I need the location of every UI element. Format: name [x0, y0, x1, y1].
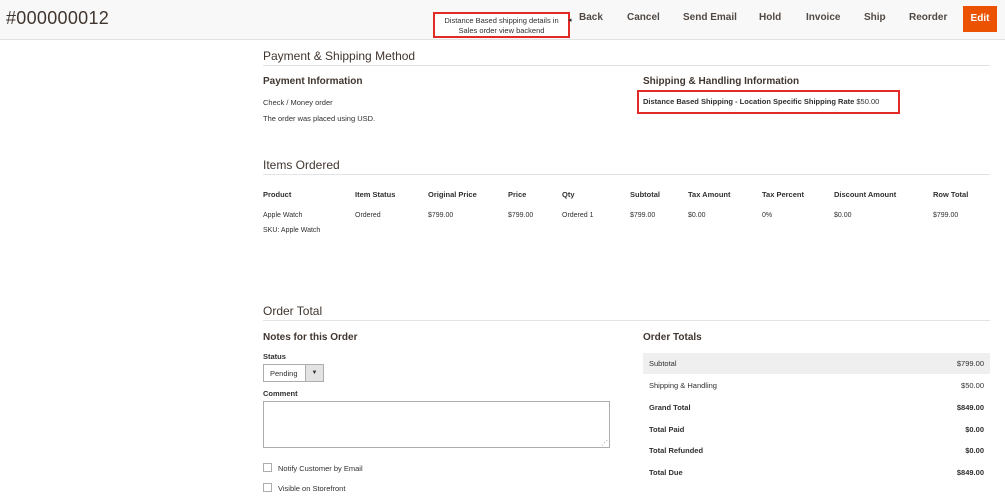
callout-line-1: Distance Based shipping details in — [444, 16, 559, 25]
totals-label: Total Due — [649, 468, 683, 477]
item-row-total: $799.00 — [933, 212, 959, 219]
totals-row-grand-total: Grand Total $849.00 — [643, 397, 990, 418]
item-original-price: $799.00 — [428, 212, 454, 219]
col-item-status: Item Status — [355, 190, 396, 199]
items-ordered-title: Items Ordered — [263, 158, 340, 172]
shipping-method-name: Distance Based Shipping - Location Speci… — [643, 97, 855, 106]
item-price: $799.00 — [508, 212, 534, 219]
order-totals-title: Order Totals — [643, 332, 702, 343]
totals-value: $849.00 — [956, 468, 984, 477]
col-original-price: Original Price — [428, 190, 477, 199]
item-product: Apple Watch — [263, 212, 303, 219]
col-price: Price — [508, 190, 527, 199]
annotation-callout: Distance Based shipping details in Sales… — [433, 12, 570, 38]
col-row-total: Row Total — [933, 190, 969, 199]
totals-label: Subtotal — [649, 359, 677, 368]
send-email-button[interactable]: Send Email — [683, 12, 737, 23]
col-tax-percent: Tax Percent — [762, 190, 804, 199]
callout-line-2: Sales order view backend — [458, 26, 545, 35]
notify-customer-label: Notify Customer by Email — [278, 464, 363, 473]
resize-grip-icon[interactable]: ⋰ — [601, 439, 608, 447]
notes-title: Notes for this Order — [263, 332, 358, 343]
hold-button[interactable]: Hold — [759, 12, 781, 23]
callout-arrow-icon: ◂ — [568, 17, 572, 24]
totals-value: $799.00 — [956, 359, 984, 368]
totals-value: $0.00 — [965, 425, 984, 434]
col-subtotal: Subtotal — [630, 190, 660, 199]
chevron-down-icon: ▼ — [305, 365, 323, 381]
totals-row-total-refunded: Total Refunded $0.00 — [643, 440, 990, 461]
totals-label: Total Paid — [649, 425, 685, 434]
status-select[interactable]: Pending ▼ — [263, 364, 324, 382]
shipping-info-title: Shipping & Handling Information — [643, 76, 800, 87]
currency-note: The order was placed using USD. — [263, 114, 376, 123]
item-discount: $0.00 — [834, 212, 852, 219]
edit-button[interactable]: Edit — [963, 6, 997, 32]
payment-info-title: Payment Information — [263, 76, 363, 87]
totals-value: $50.00 — [961, 381, 984, 390]
back-button[interactable]: Back — [579, 12, 603, 23]
section-divider — [263, 174, 990, 175]
payment-shipping-title: Payment & Shipping Method — [263, 49, 416, 63]
col-tax-amount: Tax Amount — [688, 190, 731, 199]
totals-label: Shipping & Handling — [649, 381, 717, 390]
item-subtotal: $799.00 — [630, 212, 656, 219]
col-product: Product — [263, 190, 292, 199]
section-divider — [263, 65, 990, 66]
comment-textarea[interactable]: ⋰ — [263, 401, 610, 448]
item-tax-amount: $0.00 — [688, 212, 706, 219]
visible-storefront-checkbox[interactable] — [263, 483, 272, 492]
section-divider — [263, 320, 990, 321]
invoice-button[interactable]: Invoice — [806, 12, 840, 23]
col-qty: Qty — [562, 190, 575, 199]
totals-label: Grand Total — [649, 403, 691, 412]
totals-row-total-due: Total Due $849.00 — [643, 462, 990, 483]
col-discount-amount: Discount Amount — [834, 190, 897, 199]
comment-label: Comment — [263, 389, 298, 398]
totals-label: Total Refunded — [649, 446, 704, 455]
totals-value: $0.00 — [965, 446, 984, 455]
shipping-method-line: Distance Based Shipping - Location Speci… — [643, 97, 879, 106]
totals-row-total-paid: Total Paid $0.00 — [643, 419, 990, 440]
totals-value: $849.00 — [956, 403, 984, 412]
notify-customer-checkbox[interactable] — [263, 463, 272, 472]
item-sku: SKU: Apple Watch — [263, 227, 321, 234]
item-tax-percent: 0% — [762, 212, 773, 219]
order-total-title: Order Total — [263, 304, 323, 318]
reorder-button[interactable]: Reorder — [909, 12, 947, 23]
status-label: Status — [263, 352, 286, 361]
totals-row-subtotal: Subtotal $799.00 — [643, 353, 990, 374]
ship-button[interactable]: Ship — [864, 12, 886, 23]
order-id-title: #000000012 — [6, 8, 110, 28]
status-select-value: Pending — [270, 369, 298, 378]
item-status: Ordered — [355, 212, 381, 219]
payment-method: Check / Money order — [263, 98, 333, 107]
shipping-amount: $50.00 — [856, 97, 880, 106]
item-qty: Ordered 1 — [562, 212, 594, 219]
cancel-button[interactable]: Cancel — [627, 12, 660, 23]
totals-row-shipping: Shipping & Handling $50.00 — [643, 375, 990, 396]
visible-storefront-label: Visible on Storefront — [278, 484, 346, 493]
